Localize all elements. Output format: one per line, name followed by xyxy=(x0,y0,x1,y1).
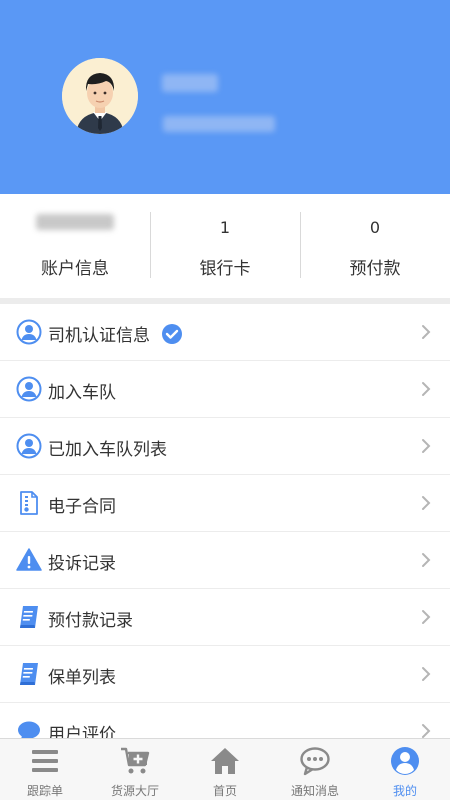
home-icon xyxy=(211,748,239,774)
chevron-right-icon xyxy=(422,553,431,567)
stat-prepayment[interactable]: 0 预付款 xyxy=(300,194,450,298)
menu-item-label: 已加入车队列表 xyxy=(48,440,167,460)
chevron-right-icon xyxy=(422,496,431,510)
tab-label: 跟踪单 xyxy=(26,784,63,798)
chevron-right-icon xyxy=(422,325,431,339)
user-phone xyxy=(163,116,275,132)
menu-item-label: 用户评价 xyxy=(48,725,116,738)
menu-item-complaints[interactable]: 投诉记录 xyxy=(0,532,450,589)
book-icon xyxy=(20,663,38,685)
tab-cargo-hall[interactable]: 货源大厅 xyxy=(90,739,180,800)
user-circle-icon xyxy=(16,319,42,345)
avatar-icon xyxy=(62,58,138,134)
user-name xyxy=(162,74,218,92)
chevron-right-icon xyxy=(422,667,431,681)
verified-badge-icon xyxy=(162,324,183,344)
list-icon xyxy=(32,750,58,772)
stat-label: 预付款 xyxy=(349,259,401,279)
tab-notifications[interactable]: 通知消息 xyxy=(270,739,360,800)
chat-icon xyxy=(18,721,40,738)
tab-home[interactable]: 首页 xyxy=(180,739,270,800)
stat-value: 1 xyxy=(219,218,231,237)
menu-item-label: 保单列表 xyxy=(48,668,116,688)
user-circle-icon xyxy=(16,433,42,459)
user-icon xyxy=(391,747,419,775)
book-icon xyxy=(20,606,38,628)
menu-item-e-contract[interactable]: 电子合同 xyxy=(0,475,450,532)
menu-item-user-reviews[interactable]: 用户评价 xyxy=(0,703,450,738)
menu-item-join-fleet[interactable]: 加入车队 xyxy=(0,361,450,418)
chevron-right-icon xyxy=(422,382,431,396)
menu-list: 司机认证信息 加入车队 已加入车队列表 电子合同 投诉记录 预付款记录 保单列表… xyxy=(0,304,450,738)
stat-account-info[interactable]: 账户信息 xyxy=(0,194,150,298)
stat-bank-card[interactable]: 1 银行卡 xyxy=(150,194,300,298)
stat-account-value xyxy=(36,214,114,230)
menu-item-label: 投诉记录 xyxy=(48,554,116,574)
tab-label: 通知消息 xyxy=(290,784,339,798)
tab-label: 货源大厅 xyxy=(110,784,159,798)
document-icon xyxy=(20,491,38,515)
menu-item-label: 司机认证信息 xyxy=(48,326,150,346)
tab-label: 我的 xyxy=(392,784,417,798)
menu-item-label: 加入车队 xyxy=(48,383,116,403)
chevron-right-icon xyxy=(422,610,431,624)
account-stats: 账户信息 1 银行卡 0 预付款 xyxy=(0,194,450,298)
tab-label: 首页 xyxy=(212,784,237,798)
chevron-right-icon xyxy=(422,724,431,738)
tab-tracking[interactable]: 跟踪单 xyxy=(0,739,90,800)
profile-header xyxy=(0,0,450,194)
menu-item-joined-fleets[interactable]: 已加入车队列表 xyxy=(0,418,450,475)
message-icon xyxy=(300,747,330,776)
cart-icon xyxy=(121,747,150,774)
bottom-tab-bar: 跟踪单 货源大厅 首页 通知消息 我的 xyxy=(0,738,450,800)
warning-icon xyxy=(16,548,42,571)
stat-label: 账户信息 xyxy=(41,259,109,279)
menu-item-label: 电子合同 xyxy=(48,497,116,517)
menu-item-label: 预付款记录 xyxy=(48,611,133,631)
avatar[interactable] xyxy=(62,58,138,134)
tab-me[interactable]: 我的 xyxy=(360,739,450,800)
menu-item-policy-list[interactable]: 保单列表 xyxy=(0,646,450,703)
chevron-right-icon xyxy=(422,439,431,453)
menu-item-prepayment-records[interactable]: 预付款记录 xyxy=(0,589,450,646)
stat-value: 0 xyxy=(369,218,381,237)
stat-label: 银行卡 xyxy=(199,259,251,279)
menu-item-driver-verification[interactable]: 司机认证信息 xyxy=(0,304,450,361)
user-circle-icon xyxy=(16,376,42,402)
